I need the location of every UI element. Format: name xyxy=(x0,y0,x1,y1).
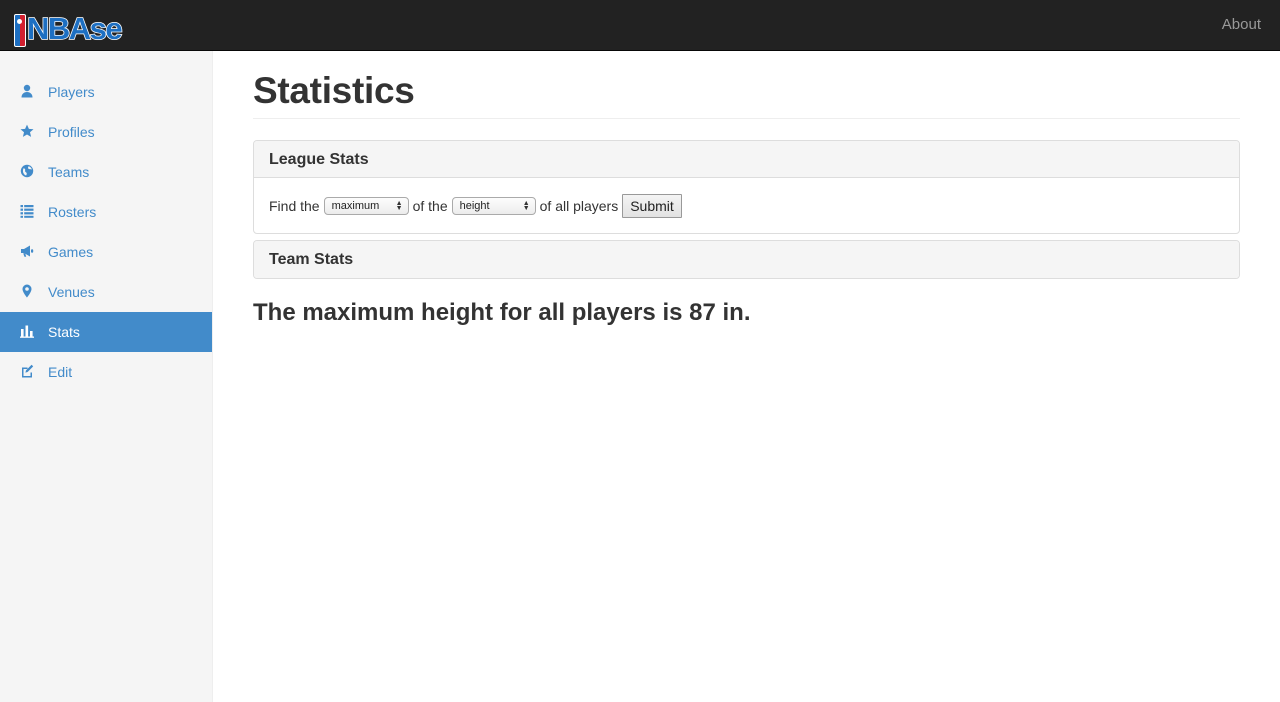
sidebar-item-label: Profiles xyxy=(48,124,95,140)
sidebar-item-games[interactable]: Games xyxy=(0,232,212,272)
sidebar-item-stats[interactable]: Stats xyxy=(0,312,212,352)
page-title: Statistics xyxy=(253,51,1240,119)
league-stats-panel: League Stats Find the maximum ▲ ▼ of the … xyxy=(253,140,1240,234)
league-stats-form: Find the maximum ▲ ▼ of the height ▲ ▼ of … xyxy=(254,178,1239,233)
sidebar-item-edit[interactable]: Edit xyxy=(0,352,212,392)
sidebar-item-label: Players xyxy=(48,84,95,100)
submit-button[interactable]: Submit xyxy=(622,193,682,218)
find-the-label: Find the xyxy=(269,197,320,214)
sidebar-item-venues[interactable]: Venues xyxy=(0,272,212,312)
result-text: The maximum height for all players is 87… xyxy=(253,299,751,326)
team-stats-heading[interactable]: Team Stats xyxy=(254,241,1239,278)
select-arrows-icon: ▲ ▼ xyxy=(522,199,530,212)
team-stats-panel: Team Stats xyxy=(253,240,1240,279)
user-icon xyxy=(20,84,34,98)
aggregate-select-value: maximum xyxy=(331,199,380,212)
stats-icon xyxy=(20,324,34,338)
bullhorn-icon xyxy=(20,244,34,258)
field-select[interactable]: height ▲ ▼ xyxy=(451,196,536,215)
sidebar-item-label: Games xyxy=(48,244,94,260)
aggregate-select[interactable]: maximum ▲ ▼ xyxy=(323,196,409,215)
globe-icon xyxy=(20,164,34,178)
sidebar-nav: Players Profiles Teams Rosters Games Ven… xyxy=(0,51,212,392)
about-link[interactable]: About xyxy=(1222,16,1261,33)
sidebar-item-label: Rosters xyxy=(48,204,97,220)
nba-logo-icon xyxy=(14,14,26,47)
league-stats-heading[interactable]: League Stats xyxy=(254,141,1239,178)
top-navbar: NBAse About xyxy=(0,0,1280,51)
sidebar-item-label: Stats xyxy=(48,324,80,340)
of-the-label: of the xyxy=(412,197,448,214)
sidebar-item-teams[interactable]: Teams xyxy=(0,152,212,192)
sidebar-item-players[interactable]: Players xyxy=(0,72,212,112)
sidebar-item-profiles[interactable]: Profiles xyxy=(0,112,212,152)
sidebar-item-label: Edit xyxy=(48,364,73,380)
star-icon xyxy=(20,124,34,138)
sidebar-item-label: Teams xyxy=(48,164,90,180)
edit-icon xyxy=(20,364,34,378)
field-select-value: height xyxy=(459,199,490,212)
select-arrows-icon: ▲ ▼ xyxy=(395,199,403,212)
logo-text: NBAse xyxy=(26,10,123,47)
sidebar: Players Profiles Teams Rosters Games Ven… xyxy=(0,51,213,702)
main-content: Statistics League Stats Find the maximum… xyxy=(253,51,1240,327)
list-icon xyxy=(20,204,34,218)
sidebar-item-label: Venues xyxy=(48,284,95,300)
map-marker-icon xyxy=(20,284,34,298)
nbase-logo[interactable]: NBAse xyxy=(14,10,123,49)
sidebar-item-rosters[interactable]: Rosters xyxy=(0,192,212,232)
of-all-players-label: of all players xyxy=(539,197,619,214)
